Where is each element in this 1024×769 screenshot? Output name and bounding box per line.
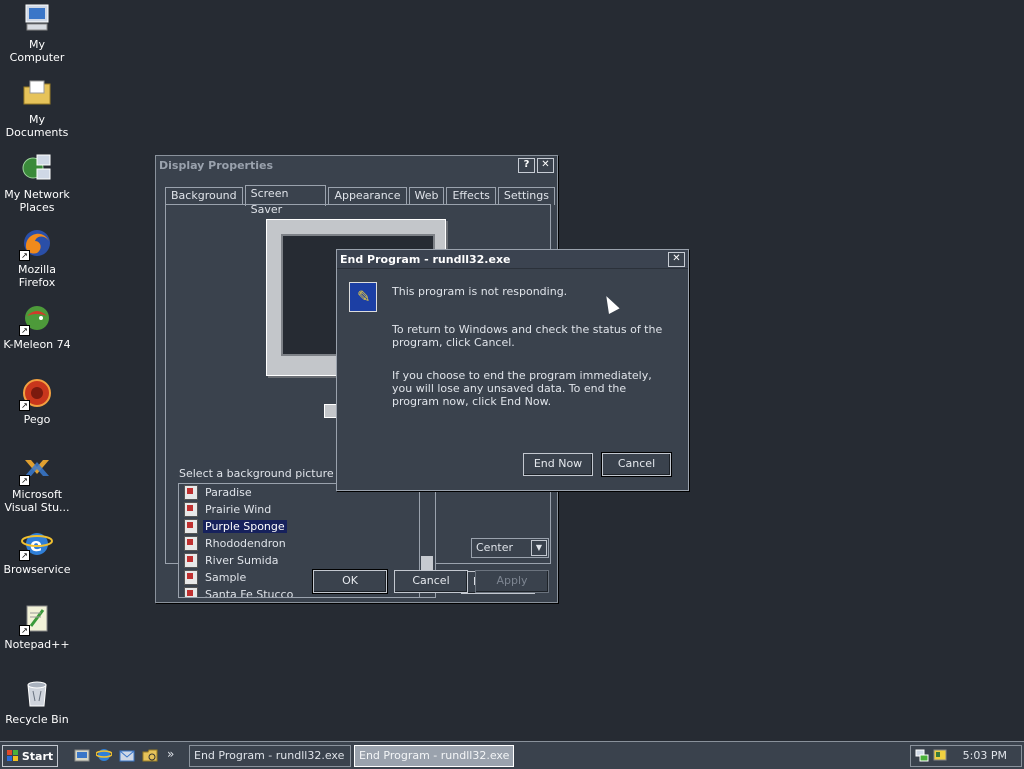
chevron-down-icon[interactable]: ▼ [531,540,547,556]
end-now-warning: If you choose to end the program immedia… [392,369,652,408]
close-button[interactable]: ✕ [668,251,685,267]
notepad-plus-plus-icon: ↗ [19,602,53,636]
internet-explorer-icon: e ↗ [19,527,53,561]
picture-position-value: Center [476,541,514,554]
recycle-bin-icon [21,677,53,709]
list-item-label: Santa Fe Stucco [205,588,294,598]
quick-launch-chevron[interactable]: » [167,747,183,763]
icon-label: Microsoft Visual Stu... [4,488,70,514]
help-button[interactable]: ? [518,157,535,173]
computer-icon [21,2,53,34]
list-item-label: Rhododendron [205,537,286,550]
tab-strip: Background Screen Saver Appearance Web E… [165,185,557,216]
image-file-icon [184,587,198,597]
list-item-label: Purple Sponge [203,520,287,533]
image-file-icon [184,519,198,534]
visual-studio-icon: ↗ [19,452,53,486]
dialog-title: End Program - rundll32.exe [340,252,511,266]
recycle-bin-icon-item[interactable]: Recycle Bin [0,677,74,726]
image-file-icon [184,502,198,517]
image-file-icon [184,536,198,551]
icon-label: Notepad++ [4,638,70,651]
list-item-label: Prairie Wind [205,503,272,516]
internet-explorer-icon[interactable] [95,747,113,763]
shortcut-arrow-icon: ↗ [19,475,30,486]
icon-label: My Documents [5,113,69,139]
shortcut-arrow-icon: ↗ [19,550,30,561]
shortcut-arrow-icon: ↗ [19,325,30,336]
end-program-dialog: End Program - rundll32.exe ✕ This progra… [336,249,689,491]
taskbar-button-end-program[interactable]: End Program - rundll32.exe [189,745,351,767]
end-now-button[interactable]: End Now [523,453,593,476]
show-desktop-icon[interactable] [74,747,90,763]
folder-icon [21,77,53,109]
title-bar: Display Properties ? ✕ [156,156,557,174]
my-computer-icon-item[interactable]: My Computer [0,2,74,64]
pego-icon: ↗ [19,377,53,411]
image-file-icon [184,570,198,585]
cancel-button[interactable]: Cancel [601,452,672,477]
pego-icon-item[interactable]: ↗ Pego [0,377,74,426]
icon-label: K-Meleon 74 [3,338,71,351]
icon-label: My Network Places [4,188,70,214]
program-icon [349,282,377,312]
browservice-icon-item[interactable]: e ↗ Browservice [0,527,74,576]
taskbar: Start » End Program - rundll32.exe End P… [0,741,1024,769]
system-tray: 5:03 PM [910,745,1022,767]
background-list-label: Select a background picture or H [179,467,361,480]
list-item[interactable]: Rhododendron [179,535,435,552]
volume-tray-icon[interactable] [933,748,947,765]
list-item[interactable]: Prairie Wind [179,501,435,518]
tab-background[interactable]: Background [165,187,243,205]
start-button[interactable]: Start [2,745,58,767]
network-tray-icon[interactable] [915,748,929,765]
tab-appearance[interactable]: Appearance [328,187,407,205]
start-label: Start [21,749,54,763]
icon-label: Mozilla Firefox [18,263,56,289]
list-item-label: River Sumida [205,554,279,567]
taskbar-button-end-program-active[interactable]: End Program - rundll32.exe [354,745,514,767]
list-item[interactable]: River Sumida [179,552,435,569]
outlook-express-icon[interactable] [119,747,135,763]
ok-button[interactable]: OK [312,569,388,594]
shortcut-arrow-icon: ↗ [19,625,30,636]
close-button[interactable]: ✕ [537,157,554,173]
firefox-icon: ↗ [19,227,53,261]
notepad-plus-plus-icon-item[interactable]: ↗ Notepad++ [0,602,74,651]
shortcut-arrow-icon: ↗ [19,250,30,261]
list-item-label: Paradise [205,486,252,499]
shortcut-arrow-icon: ↗ [19,400,30,411]
clock: 5:03 PM [962,749,1007,762]
image-file-icon [184,553,198,568]
network-icon [21,152,53,184]
cancel-instruction: To return to Windows and check the statu… [392,323,663,349]
my-network-places-icon-item[interactable]: My Network Places [0,152,74,214]
visual-studio-icon-item[interactable]: ↗ Microsoft Visual Stu... [0,452,74,514]
k-meleon-icon-item[interactable]: ↗ K-Meleon 74 [0,302,74,351]
picture-position-select[interactable]: Center ▼ [471,538,549,558]
icon-label: Recycle Bin [5,713,69,726]
icon-label: Pego [23,413,51,426]
icon-label: My Computer [9,38,65,64]
my-documents-icon-item[interactable]: My Documents [0,77,74,139]
tab-screen-saver[interactable]: Screen Saver [244,185,327,216]
tab-settings[interactable]: Settings [497,187,555,205]
not-responding-message: This program is not responding. [392,285,568,298]
tab-effects[interactable]: Effects [446,187,496,205]
windows-logo-icon [6,750,18,761]
mozilla-firefox-icon-item[interactable]: ↗ Mozilla Firefox [0,227,74,289]
cancel-button[interactable]: Cancel [394,570,468,593]
explorer-icon[interactable] [142,747,158,763]
apply-button[interactable]: Apply [475,570,549,593]
list-item-selected[interactable]: Purple Sponge [179,518,435,535]
list-item-label: Sample [205,571,247,584]
k-meleon-icon: ↗ [19,302,53,336]
window-title: Display Properties [159,158,274,172]
icon-label: Browservice [3,563,71,576]
image-file-icon [184,485,198,500]
tab-web[interactable]: Web [408,187,445,205]
title-bar: End Program - rundll32.exe ✕ [337,250,688,269]
